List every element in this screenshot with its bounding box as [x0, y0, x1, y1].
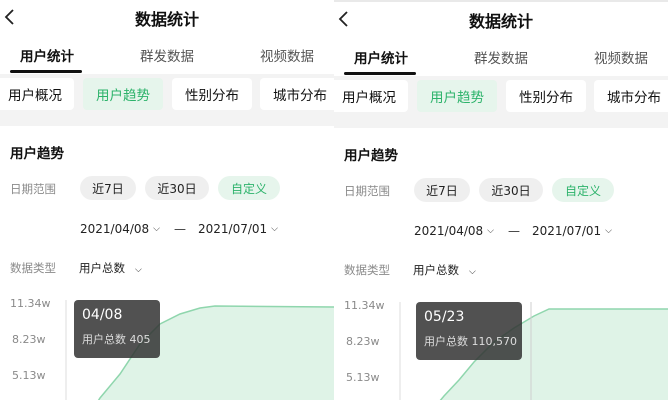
chevron-down-icon[interactable]: ⌵ [153, 224, 160, 234]
sub-tab-bar: 用户概况 用户趋势 性别分布 城市分布 [334, 76, 668, 120]
page-title: 数据统计 [468, 12, 533, 31]
data-type-label: 数据类型 [10, 261, 56, 275]
tooltip-number: 405 [129, 333, 151, 346]
section-title: 用户趋势 [10, 146, 64, 162]
y-tick-label: 5.13w [12, 369, 46, 382]
date-separator: — [508, 224, 520, 238]
tab-bar: 用户统计 群发数据 视频数据 [0, 34, 334, 74]
sub-tab-city[interactable]: 城市分布 [260, 78, 334, 110]
chevron-down-icon[interactable]: ⌵ [271, 224, 278, 234]
tab-broadcast-data[interactable]: 群发数据 [140, 45, 194, 65]
range-30d-button[interactable]: 近30日 [479, 178, 543, 202]
chevron-down-icon[interactable]: ⌵ [487, 226, 494, 236]
tab-bar: 用户统计 群发数据 视频数据 [334, 36, 668, 76]
sub-tab-overview[interactable]: 用户概况 [0, 78, 74, 110]
chevron-down-icon: ⌵ [135, 265, 142, 275]
range-7d-button[interactable]: 近7日 [80, 176, 136, 200]
chart-tooltip: 05/23 用户总数 110,570 [416, 302, 522, 360]
tab-video-data[interactable]: 视频数据 [594, 47, 648, 67]
tab-user-stats[interactable]: 用户统计 [354, 47, 408, 67]
date-range-selector: 2021/04/08 ⌵ — 2021/07/01 ⌵ [414, 224, 622, 238]
data-type-select[interactable]: 用户总数 ⌵ [413, 262, 476, 278]
tab-broadcast-data[interactable]: 群发数据 [474, 47, 528, 67]
tooltip-date: 04/08 [82, 307, 123, 323]
start-date[interactable]: 2021/04/08 [80, 222, 149, 236]
header: 数据统计 [334, 2, 668, 36]
data-type-value: 用户总数 [79, 261, 125, 275]
data-type-label: 数据类型 [344, 263, 390, 277]
range-30d-button[interactable]: 近30日 [145, 176, 209, 200]
sub-tab-trend[interactable]: 用户趋势 [417, 80, 497, 112]
panel-right: 数据统计 用户统计 群发数据 视频数据 用户概况 用户趋势 性别分布 城市分布 … [334, 2, 668, 400]
data-type-select[interactable]: 用户总数 ⌵ [79, 260, 142, 276]
tab-video-data[interactable]: 视频数据 [260, 45, 314, 65]
range-7d-button[interactable]: 近7日 [414, 178, 470, 202]
range-custom-button[interactable]: 自定义 [218, 176, 280, 200]
trend-chart: 11.34w 8.23w 5.13w [10, 297, 334, 400]
y-tick-label: 11.34w [344, 299, 385, 312]
end-date[interactable]: 2021/07/01 [198, 222, 267, 236]
tooltip-value: 用户总数 110,570 [424, 333, 517, 349]
page-title: 数据统计 [134, 10, 199, 29]
y-tick-label: 5.13w [346, 371, 380, 384]
tab-underline [10, 70, 82, 73]
tab-user-stats[interactable]: 用户统计 [20, 45, 74, 65]
y-tick-label: 8.23w [346, 335, 380, 348]
tooltip-label: 用户总数 [82, 333, 126, 346]
tab-underline [344, 72, 416, 75]
range-custom-button[interactable]: 自定义 [552, 178, 614, 202]
section-title: 用户趋势 [344, 148, 398, 164]
sub-tab-bar: 用户概况 用户趋势 性别分布 城市分布 [0, 74, 334, 118]
chart-tooltip: 04/08 用户总数 405 [74, 300, 160, 358]
tooltip-number: 110,570 [471, 335, 518, 348]
date-separator: — [174, 222, 186, 236]
chevron-down-icon: ⌵ [469, 267, 476, 277]
sub-tab-trend[interactable]: 用户趋势 [83, 78, 163, 110]
end-date[interactable]: 2021/07/01 [532, 224, 601, 238]
panel-left: 数据统计 用户统计 群发数据 视频数据 用户概况 用户趋势 性别分布 城市分布 … [0, 0, 334, 400]
sub-tab-gender[interactable]: 性别分布 [506, 80, 586, 112]
data-type-value: 用户总数 [413, 263, 459, 277]
tooltip-label: 用户总数 [424, 335, 468, 348]
header: 数据统计 [0, 0, 334, 34]
date-range-label: 日期范围 [344, 184, 390, 198]
date-range-selector: 2021/04/08 ⌵ — 2021/07/01 ⌵ [80, 222, 288, 236]
sub-tab-city[interactable]: 城市分布 [594, 80, 668, 112]
date-range-label: 日期范围 [10, 182, 56, 196]
sub-tab-overview[interactable]: 用户概况 [334, 80, 408, 112]
tooltip-value: 用户总数 405 [82, 331, 152, 347]
trend-card: 用户趋势 日期范围 近7日 近30日 自定义 2021/04/08 ⌵ — 20… [0, 126, 334, 400]
y-tick-label: 11.34w [10, 297, 51, 310]
tooltip-date: 05/23 [424, 309, 465, 325]
chevron-down-icon[interactable]: ⌵ [605, 226, 612, 236]
y-tick-label: 8.23w [12, 333, 46, 346]
start-date[interactable]: 2021/04/08 [414, 224, 483, 238]
sub-tab-gender[interactable]: 性别分布 [172, 78, 252, 110]
